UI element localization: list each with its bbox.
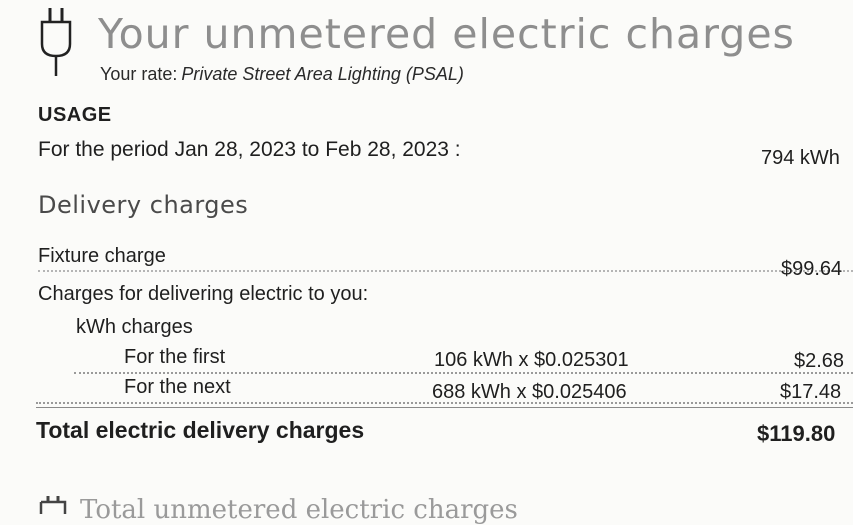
total-delivery-label: Total electric delivery charges bbox=[36, 417, 365, 443]
fixture-charge-amount: $99.64 bbox=[781, 258, 843, 280]
usage-period: For the period Jan 28, 2023 to Feb 28, 2… bbox=[38, 138, 461, 161]
plug-icon bbox=[39, 496, 67, 514]
rate-value: Private Street Area Lighting (PSAL) bbox=[181, 64, 464, 84]
delivery-heading: Delivery charges bbox=[38, 191, 249, 219]
fixture-charge-label: Fixture charge bbox=[38, 245, 166, 267]
tier-calc: 106 kWh x $0.025301 bbox=[434, 349, 629, 371]
total-delivery-amount: $119.80 bbox=[757, 421, 836, 446]
rate-label: Your rate: bbox=[100, 64, 178, 84]
tier-amount: $2.68 bbox=[794, 350, 845, 372]
dotted-leader bbox=[74, 372, 853, 374]
page-title: Your unmetered electric charges bbox=[98, 10, 795, 58]
usage-kwh-value: 794 kWh bbox=[761, 147, 840, 169]
usage-heading: USAGE bbox=[38, 104, 112, 126]
total-rule bbox=[36, 407, 853, 408]
rate-line: Your rate: Private Street Area Lighting (… bbox=[100, 64, 464, 85]
tier-label: For the first bbox=[124, 346, 226, 368]
dotted-leader bbox=[36, 402, 853, 404]
tier-amount: $17.48 bbox=[780, 381, 842, 403]
tier-label: For the next bbox=[124, 376, 231, 398]
dotted-leader bbox=[38, 270, 853, 272]
delivering-label: Charges for delivering electric to you: bbox=[38, 283, 369, 305]
tier-calc: 688 kWh x $0.025406 bbox=[432, 381, 627, 403]
footer-partial-heading: Total unmetered electric charges bbox=[80, 495, 518, 525]
plug-icon bbox=[40, 8, 72, 76]
kwh-charges-label: kWh charges bbox=[76, 316, 193, 338]
